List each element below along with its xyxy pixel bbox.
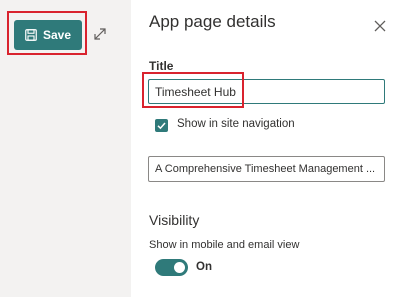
title-input[interactable]	[148, 79, 385, 104]
show-in-nav-checkbox[interactable]	[155, 119, 168, 132]
mobile-email-view-label: Show in mobile and email view	[149, 239, 300, 251]
close-icon[interactable]	[372, 18, 388, 34]
title-field-label: Title	[149, 59, 174, 73]
save-button-label: Save	[42, 28, 72, 42]
mobile-email-view-toggle[interactable]	[155, 259, 188, 276]
panel-title: App page details	[149, 12, 276, 31]
toggle-knob	[174, 262, 185, 273]
visibility-heading: Visibility	[149, 212, 200, 228]
save-icon	[25, 29, 37, 41]
show-in-nav-label: Show in site navigation	[177, 118, 295, 130]
description-input[interactable]	[148, 156, 385, 182]
save-button[interactable]: Save	[14, 20, 82, 50]
expand-icon[interactable]	[91, 25, 109, 43]
toggle-state-label: On	[196, 261, 212, 273]
page-details-panel	[131, 0, 396, 297]
